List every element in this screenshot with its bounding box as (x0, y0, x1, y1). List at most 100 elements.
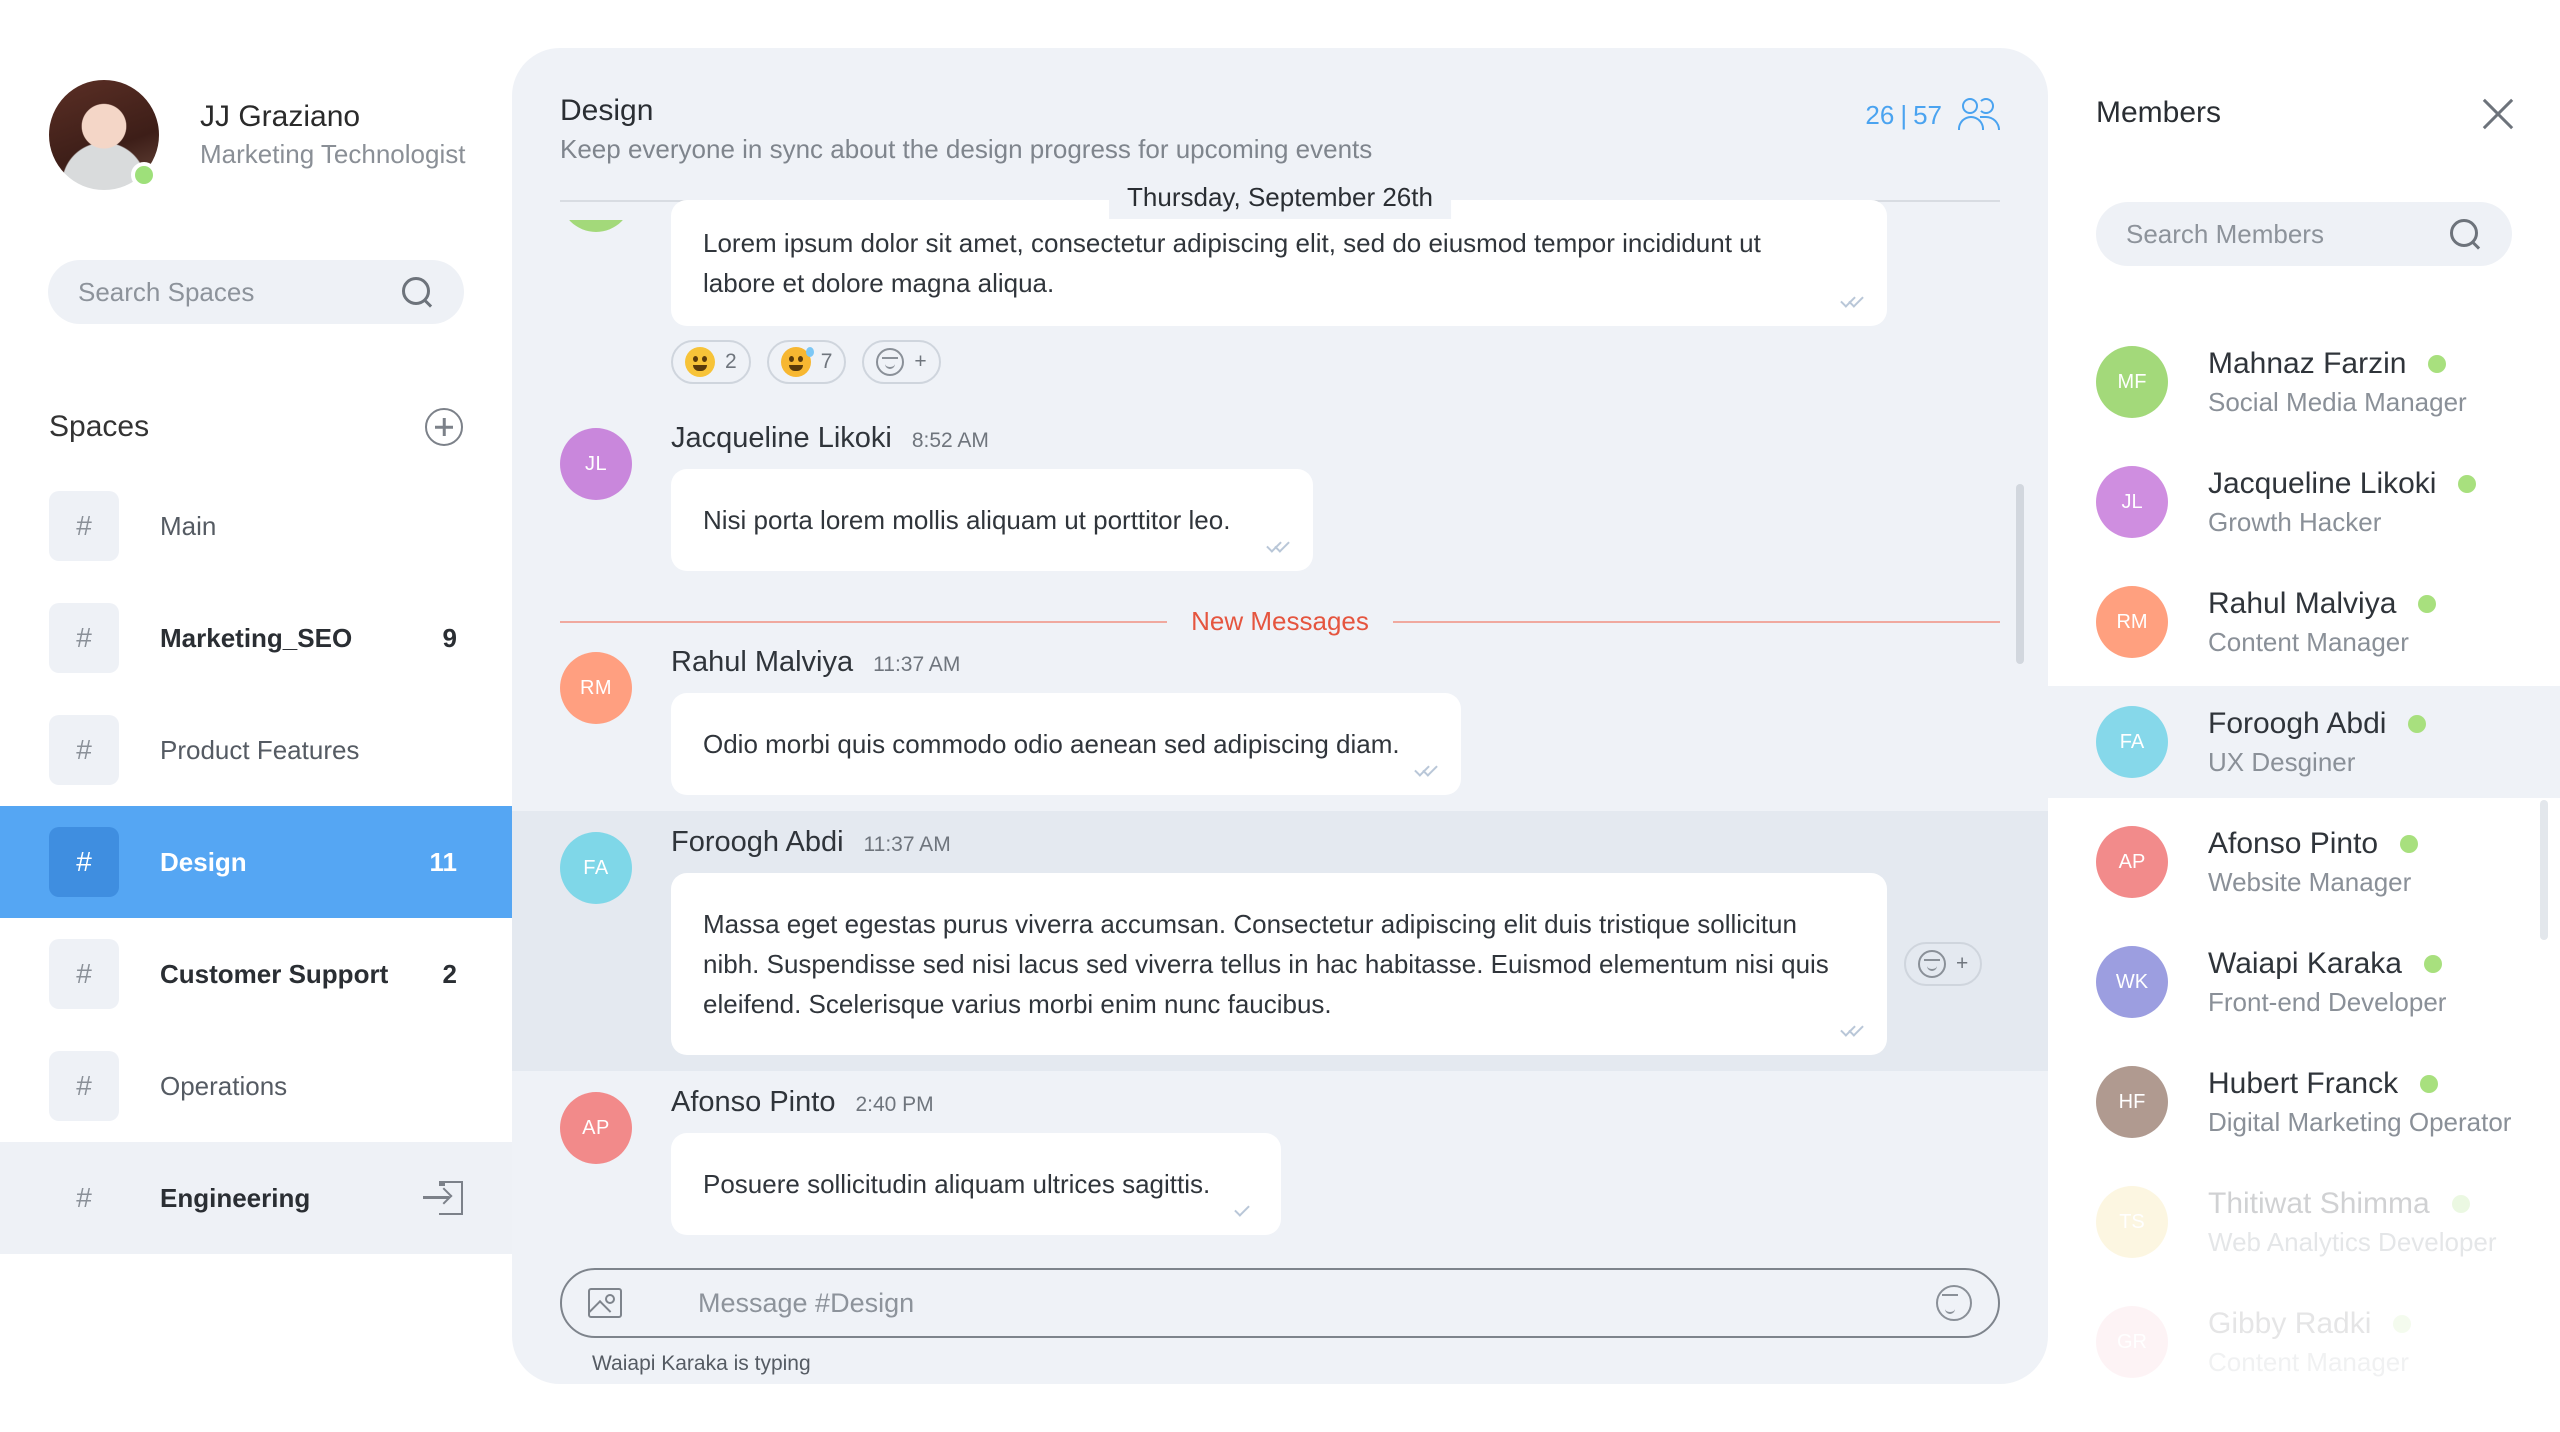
message-time: 2:40 PM (855, 1093, 934, 1116)
message-text: Lorem ipsum dolor sit amet, consectetur … (703, 228, 1761, 298)
online-status-dot (2423, 954, 2442, 973)
sender-name[interactable]: Jacqueline Likoki (671, 422, 892, 454)
reaction-grinning[interactable]: 2 (671, 340, 751, 384)
hash-icon: # (49, 939, 119, 1009)
hash-icon: # (49, 715, 119, 785)
space-item-product-features[interactable]: # Product Features (0, 694, 512, 806)
member-item[interactable]: TS Thitiwat Shimma Web Analytics Develop… (2048, 1166, 2560, 1278)
hash-icon: # (76, 1182, 92, 1213)
space-item-operations[interactable]: # Operations (0, 1030, 512, 1142)
unread-count: 11 (429, 846, 458, 877)
member-item[interactable]: HF Hubert Franck Digital Marketing Opera… (2048, 1046, 2560, 1158)
member-role: Front-end Developer (2208, 986, 2447, 1017)
hash-icon: # (49, 827, 119, 897)
member-item[interactable]: FA Foroogh Abdi UX Desginer (2048, 686, 2560, 798)
avatar[interactable]: RM (560, 652, 632, 724)
avatar: TS (2096, 1186, 2168, 1258)
space-item-customer-support[interactable]: # Customer Support 2 (0, 918, 512, 1030)
space-label: Design (160, 846, 247, 877)
message-header: Afonso Pinto 2:40 PM (671, 1086, 934, 1119)
add-reaction-plus: + (914, 350, 927, 373)
online-status-dot (2408, 714, 2427, 733)
avatar[interactable]: AP (560, 1092, 632, 1164)
emoji-picker-icon[interactable] (1936, 1285, 1972, 1321)
online-status-dot (2420, 1074, 2439, 1093)
message-time: 8:52 AM (911, 429, 989, 452)
member-item[interactable]: JL Jacqueline Likoki Growth Hacker (2048, 446, 2560, 558)
spaces-search-placeholder: Search Spaces (78, 276, 255, 307)
online-count: 26 (1865, 99, 1895, 130)
avatar[interactable] (560, 220, 632, 232)
reaction-count: 2 (725, 350, 737, 373)
sender-name[interactable]: Rahul Malviya (671, 646, 853, 678)
unread-count: 2 (442, 958, 457, 989)
add-reaction-button[interactable]: + (862, 340, 941, 384)
member-item[interactable]: RM Rahul Malviya Content Manager (2048, 566, 2560, 678)
members-panel: Members Search Members MF Mahnaz Farzin … (2048, 0, 2560, 1432)
space-label: Engineering (160, 1182, 311, 1213)
member-role: UX Desginer (2208, 746, 2356, 777)
avatar[interactable]: FA (560, 832, 632, 904)
member-count[interactable]: 26 | 57 (1865, 98, 2000, 132)
space-item-design[interactable]: # Design 11 (0, 806, 512, 918)
online-status-dot (2393, 1314, 2412, 1333)
reaction-count: 7 (820, 350, 833, 373)
message-text: Nisi porta lorem mollis aliquam ut portt… (703, 505, 1231, 535)
members-search-input[interactable]: Search Members (2096, 202, 2512, 266)
avatar: HF (2096, 1066, 2168, 1138)
chat-scrollbar[interactable] (2016, 484, 2024, 664)
space-label: Marketing_SEO (160, 622, 353, 653)
online-status-dot (2451, 1194, 2470, 1213)
avatar: WK (2096, 946, 2168, 1018)
member-name: Waiapi Karaka (2208, 946, 2402, 980)
smiley-icon (1918, 950, 1946, 978)
message-actions: + (1904, 942, 1983, 986)
members-scrollbar[interactable] (2540, 800, 2548, 940)
grinning-face-icon (685, 347, 715, 377)
profile-name: JJ Graziano (200, 100, 361, 133)
search-icon[interactable] (2448, 217, 2482, 251)
message-time: 11:37 AM (863, 833, 951, 856)
member-item[interactable]: AP Afonso Pinto Website Manager (2048, 806, 2560, 918)
member-name: Thitiwat Shimma (2208, 1186, 2430, 1220)
add-space-icon[interactable] (425, 408, 463, 446)
reaction-sweat-smile[interactable]: 7 (766, 340, 847, 384)
image-upload-icon[interactable] (588, 1288, 622, 1318)
users-icon[interactable] (1958, 98, 2000, 132)
avatar: RM (2096, 586, 2168, 658)
space-item-engineering[interactable]: # Engineering (0, 1142, 512, 1254)
space-label: Customer Support (160, 958, 389, 989)
space-item-main[interactable]: # Main (0, 470, 512, 582)
close-icon[interactable] (2480, 96, 2516, 132)
spaces-sidebar: JJ Graziano Marketing Technologist Searc… (0, 0, 512, 1432)
read-receipt-icon (1841, 1025, 1867, 1039)
new-messages-divider: New Messages (560, 606, 2001, 637)
member-role: Digital Marketing Operator (2208, 1106, 2512, 1137)
message-input[interactable]: Message #Design (560, 1268, 2000, 1338)
add-reaction-button[interactable]: + (1904, 942, 1983, 986)
member-item[interactable]: WK Waiapi Karaka Front-end Developer (2048, 926, 2560, 1038)
avatar[interactable]: JL (560, 428, 632, 500)
avatar[interactable] (49, 80, 159, 190)
member-item[interactable]: MF Mahnaz Farzin Social Media Manager (2048, 326, 2560, 438)
channel-description: Keep everyone in sync about the design p… (560, 134, 1373, 164)
message-placeholder: Message #Design (698, 1287, 915, 1318)
online-status-dot (2458, 474, 2477, 493)
sender-name[interactable]: Foroogh Abdi (671, 826, 844, 858)
member-role: Website Manager (2208, 866, 2412, 897)
online-status-dot (2428, 354, 2447, 373)
read-receipt-icon (1415, 765, 1441, 779)
search-icon[interactable] (400, 275, 434, 309)
message-header: Foroogh Abdi 11:37 AM (671, 826, 951, 859)
avatar: FA (2096, 706, 2168, 778)
space-label: Operations (160, 1070, 288, 1101)
join-space-icon[interactable] (423, 1181, 463, 1215)
hash-icon: # (49, 491, 119, 561)
space-item-marketing-seo[interactable]: # Marketing_SEO 9 (0, 582, 512, 694)
member-role: Content Manager (2208, 1346, 2409, 1377)
spaces-search-input[interactable]: Search Spaces (48, 260, 464, 324)
sender-name[interactable]: Afonso Pinto (671, 1086, 835, 1118)
member-item[interactable]: GR Gibby Radki Content Manager (2048, 1286, 2560, 1398)
space-label: Product Features (160, 734, 360, 765)
user-profile[interactable]: JJ Graziano Marketing Technologist (49, 80, 465, 190)
